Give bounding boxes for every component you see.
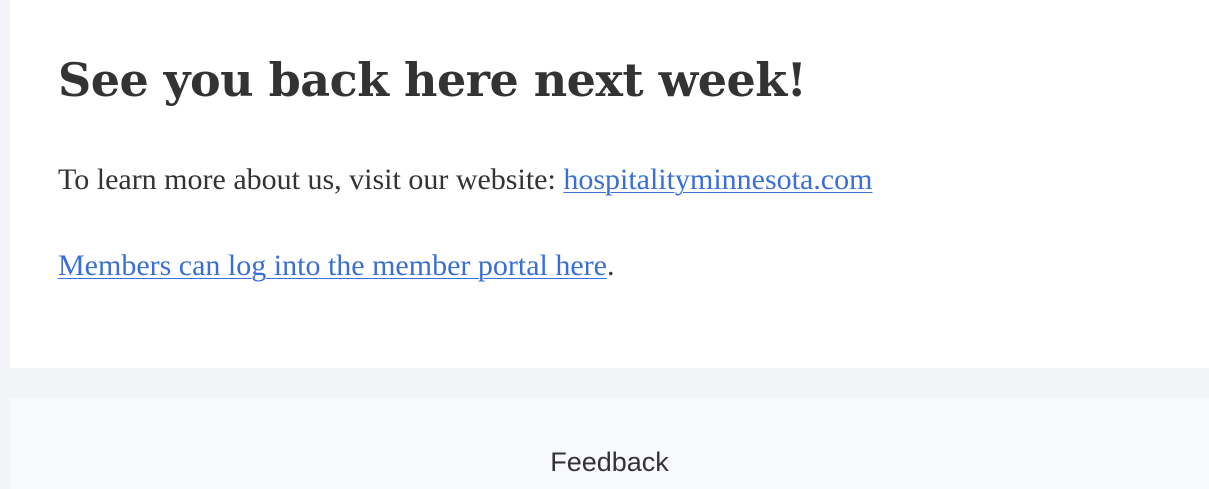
feedback-link[interactable]: Feedback — [10, 446, 1209, 478]
member-portal-paragraph: Members can log into the member portal h… — [58, 248, 614, 284]
member-portal-suffix: . — [606, 249, 615, 282]
learn-more-text: To learn more about us, visit our websit… — [58, 163, 564, 196]
member-portal-link[interactable]: Members can log into the member portal h… — [58, 249, 607, 282]
content-card: See you back here next week! To learn mo… — [10, 0, 1209, 368]
footer-card: Feedback — [10, 398, 1209, 489]
headline: See you back here next week! — [58, 53, 807, 107]
website-link[interactable]: hospitalityminnesota.com — [563, 163, 872, 196]
learn-more-paragraph: To learn more about us, visit our websit… — [58, 162, 872, 198]
